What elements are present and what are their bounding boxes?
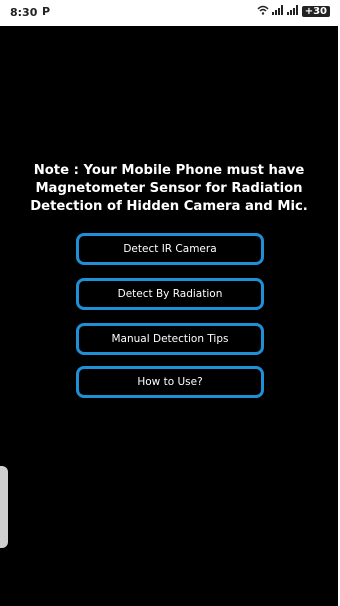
status-bar: 8:30 P +30 xyxy=(0,0,338,26)
signal-icon xyxy=(271,5,284,18)
app-screen: 8:30 P +30 Note: Your Mobile Phone must… xyxy=(0,0,340,606)
detect-ir-camera-button[interactable]: Detect IR Camera xyxy=(76,233,264,265)
note-text: Note : Your Mobile Phone must have Magne… xyxy=(30,163,308,214)
signal-icon xyxy=(286,5,299,18)
battery-icon: +30 xyxy=(301,6,330,17)
status-time: 8:30 xyxy=(10,6,38,19)
manual-detection-tips-button[interactable]: Manual Detection Tips xyxy=(76,323,264,355)
app-notification-badge: P xyxy=(42,5,51,18)
how-to-use-button[interactable]: How to Use? xyxy=(76,366,264,398)
status-icons: +30 xyxy=(257,5,330,18)
wifi-icon xyxy=(257,5,269,18)
detect-by-radiation-button[interactable]: Detect By Radiation xyxy=(76,278,264,310)
side-panel-handle[interactable] xyxy=(0,466,8,548)
